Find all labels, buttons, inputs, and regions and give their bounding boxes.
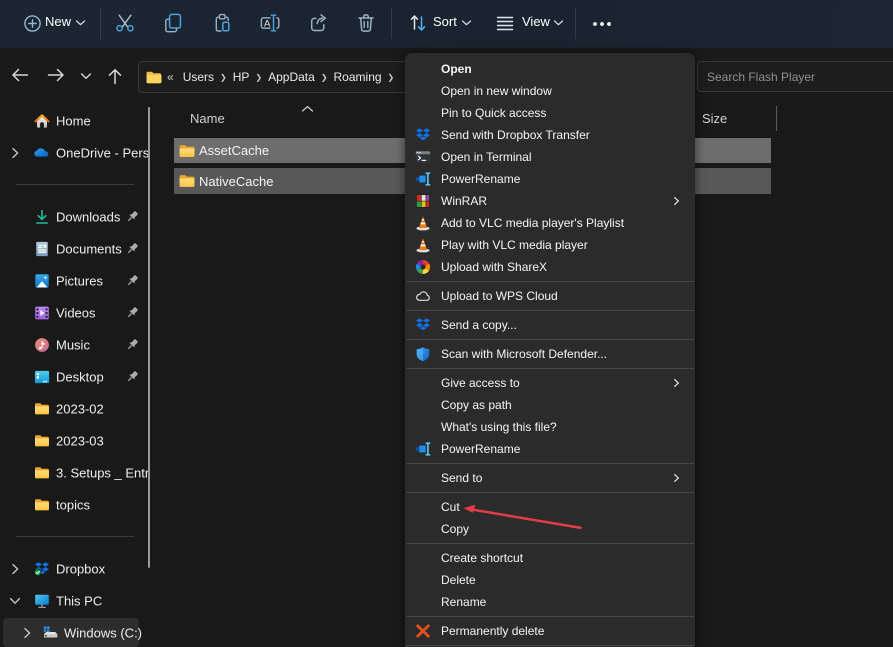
svg-text:A: A (264, 18, 271, 29)
